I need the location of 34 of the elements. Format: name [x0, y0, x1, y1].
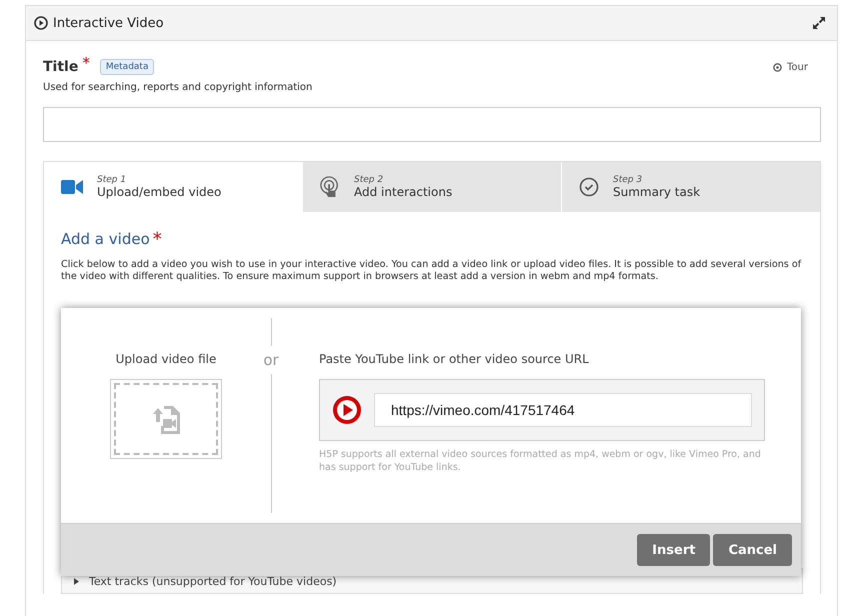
text-tracks-label: Text tracks (unsupported for YouTube videos): [89, 574, 337, 588]
tour-link[interactable]: Tour: [773, 62, 808, 72]
insert-button[interactable]: Insert: [637, 534, 710, 566]
compass-icon: [773, 62, 782, 72]
title-input-field[interactable]: [43, 107, 821, 142]
expand-arrow-icon: [74, 578, 79, 584]
url-heading: Paste YouTube link or other video source URL: [319, 352, 590, 366]
title-label: Title: [43, 59, 78, 75]
step-number: Step 2: [354, 175, 384, 185]
section-description: Click below to add a video you wish to use in your interactive video. You can add a video link or upload video files. It is possible to add several versions of the video with different qualities. To ensure maximum support in browsers at least add a version in webm and mp4 formats.: [61, 259, 802, 282]
upload-drop-zone[interactable]: [110, 379, 222, 459]
required-asterisk: *: [82, 54, 90, 72]
panel-title: Interactive Video: [53, 16, 165, 30]
video-camera-icon: [61, 179, 83, 195]
url-help-text: H5P supports all external video sources formatted as mp4, webm or ogv, like Vimeo Pro, and has support for YouTube links.: [319, 449, 762, 475]
step-tab[interactable]: Step 3 Summary task: [561, 162, 820, 212]
play-icon: [34, 16, 48, 30]
upload-heading: Upload video file: [116, 352, 216, 366]
step-label: Upload/embed video: [97, 185, 222, 199]
url-input-field[interactable]: https://vimeo.com/417517464: [374, 393, 752, 427]
step-number: Step 1: [97, 175, 128, 185]
required-asterisk: *: [152, 229, 162, 250]
touch-icon: [320, 176, 340, 198]
play-icon: [332, 395, 362, 425]
cancel-button[interactable]: Cancel: [713, 534, 792, 566]
metadata-button[interactable]: Metadata: [100, 59, 154, 75]
expand-icon[interactable]: [811, 15, 827, 31]
step-label: Summary task: [613, 185, 700, 199]
step-number: Step 3: [613, 175, 644, 185]
title-description: Used for searching, reports and copyright information: [43, 82, 314, 93]
check-circle-icon: [579, 177, 599, 197]
section-heading: Add a video: [61, 230, 150, 250]
step-label: Add interactions: [354, 185, 452, 199]
step-tab[interactable]: Step 2 Add interactions: [302, 162, 561, 212]
